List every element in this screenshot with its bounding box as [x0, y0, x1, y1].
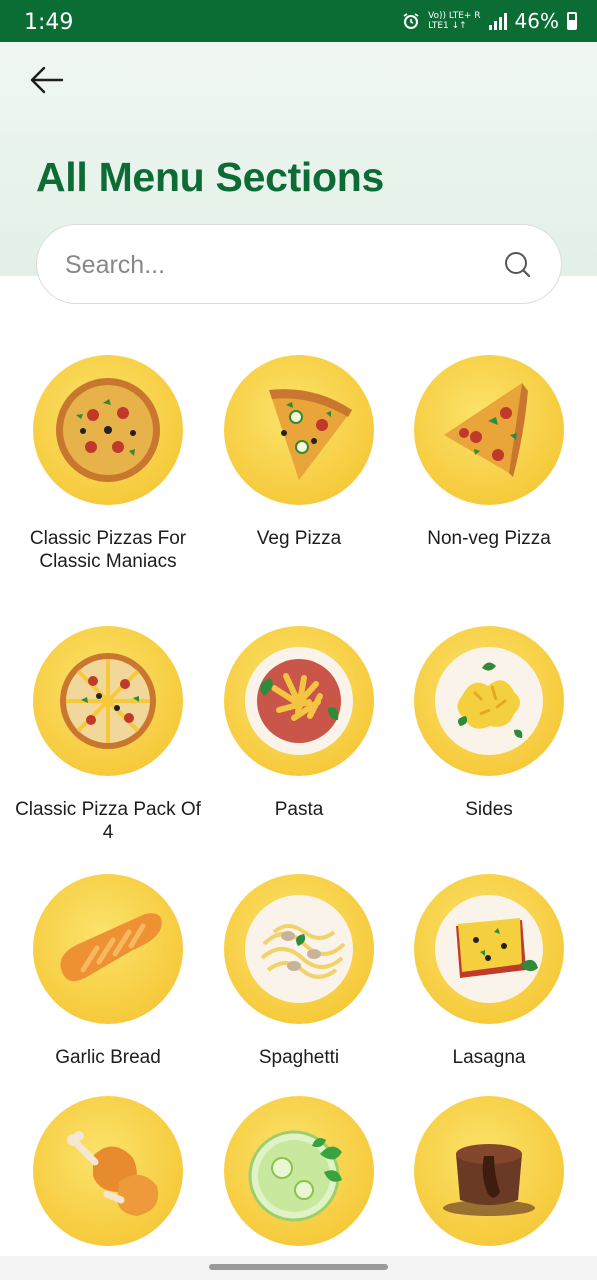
tile-label: Spaghetti [258, 1047, 340, 1068]
status-bar: 1:49 Vo)) LTE+ R LTE1 ↓↑ 46% [0, 0, 597, 42]
menu-section-tile[interactable]: Non-veg Pizza [394, 355, 584, 550]
network-line-2: LTE1 ↓↑ [428, 21, 467, 31]
nonveg-pizza-slice-icon [444, 383, 528, 477]
tile-image [33, 626, 183, 776]
tile-label: Sides [465, 799, 513, 820]
menu-section-tile[interactable] [204, 1096, 394, 1246]
tile-label: Lasagna [452, 1047, 526, 1068]
tile-label: Classic Pizza Pack Of 4 [15, 799, 201, 843]
whole-pizza-icon [56, 378, 160, 482]
back-button[interactable] [28, 62, 68, 98]
menu-section-tile[interactable]: Pasta [204, 626, 394, 821]
tile-image [224, 1096, 374, 1246]
status-icons: Vo)) LTE+ R LTE1 ↓↑ 46% [402, 9, 577, 33]
arrow-left-icon [30, 66, 64, 94]
tile-image [414, 1096, 564, 1246]
tile-label: Garlic Bread [55, 1047, 161, 1068]
signal-icon [488, 12, 507, 30]
tile-image [33, 355, 183, 505]
tile-image [224, 874, 374, 1024]
menu-section-tile[interactable]: Classic Pizzas For Classic Maniacs [13, 355, 203, 573]
menu-section-tile[interactable] [394, 1096, 584, 1246]
tile-image [414, 626, 564, 776]
pizza-pack-icon [60, 653, 156, 749]
menu-section-tile[interactable]: Lasagna [394, 874, 584, 1069]
chocolate-lava-cake-icon [443, 1144, 535, 1216]
menu-section-tile[interactable]: Veg Pizza [204, 355, 394, 550]
network-indicator: Vo)) LTE+ R LTE1 ↓↑ [428, 11, 480, 31]
menu-section-tile[interactable]: Sides [394, 626, 584, 821]
network-line-1: Vo)) LTE+ R [428, 11, 481, 21]
search-icon[interactable] [503, 250, 533, 280]
tile-label: Pasta [274, 799, 324, 820]
battery-icon [567, 12, 577, 30]
menu-section-tile[interactable]: Garlic Bread [13, 874, 203, 1069]
tile-image [414, 874, 564, 1024]
tile-image [414, 355, 564, 505]
spaghetti-plate-icon [245, 895, 353, 1003]
pasta-plate-icon [245, 647, 353, 755]
menu-section-tile[interactable] [13, 1096, 203, 1246]
menu-section-tile[interactable]: Classic Pizza Pack Of 4 [13, 626, 203, 844]
lasagna-plate-icon [435, 895, 543, 1003]
garlic-bread-icon [60, 913, 162, 982]
sides-plate-icon [435, 647, 543, 755]
battery-percent: 46% [514, 9, 559, 33]
mojito-glass-icon [248, 1130, 342, 1222]
search-input[interactable] [65, 245, 485, 285]
tile-image [224, 355, 374, 505]
tile-label: Veg Pizza [256, 528, 342, 549]
tile-image [33, 874, 183, 1024]
tile-label: Classic Pizzas For Classic Maniacs [29, 528, 187, 572]
menu-section-tile[interactable]: Spaghetti [204, 874, 394, 1069]
tile-image [224, 626, 374, 776]
search-bar[interactable] [36, 224, 562, 304]
tile-label: Non-veg Pizza [427, 528, 551, 549]
home-indicator[interactable] [209, 1264, 388, 1270]
veg-pizza-slice-icon [269, 389, 352, 480]
chicken-drumstick-icon [67, 1131, 159, 1216]
alarm-icon [403, 13, 419, 29]
tile-image [33, 1096, 183, 1246]
page-title: All Menu Sections [36, 154, 385, 200]
status-time: 1:49 [24, 10, 74, 35]
system-nav-bar [0, 1256, 597, 1280]
